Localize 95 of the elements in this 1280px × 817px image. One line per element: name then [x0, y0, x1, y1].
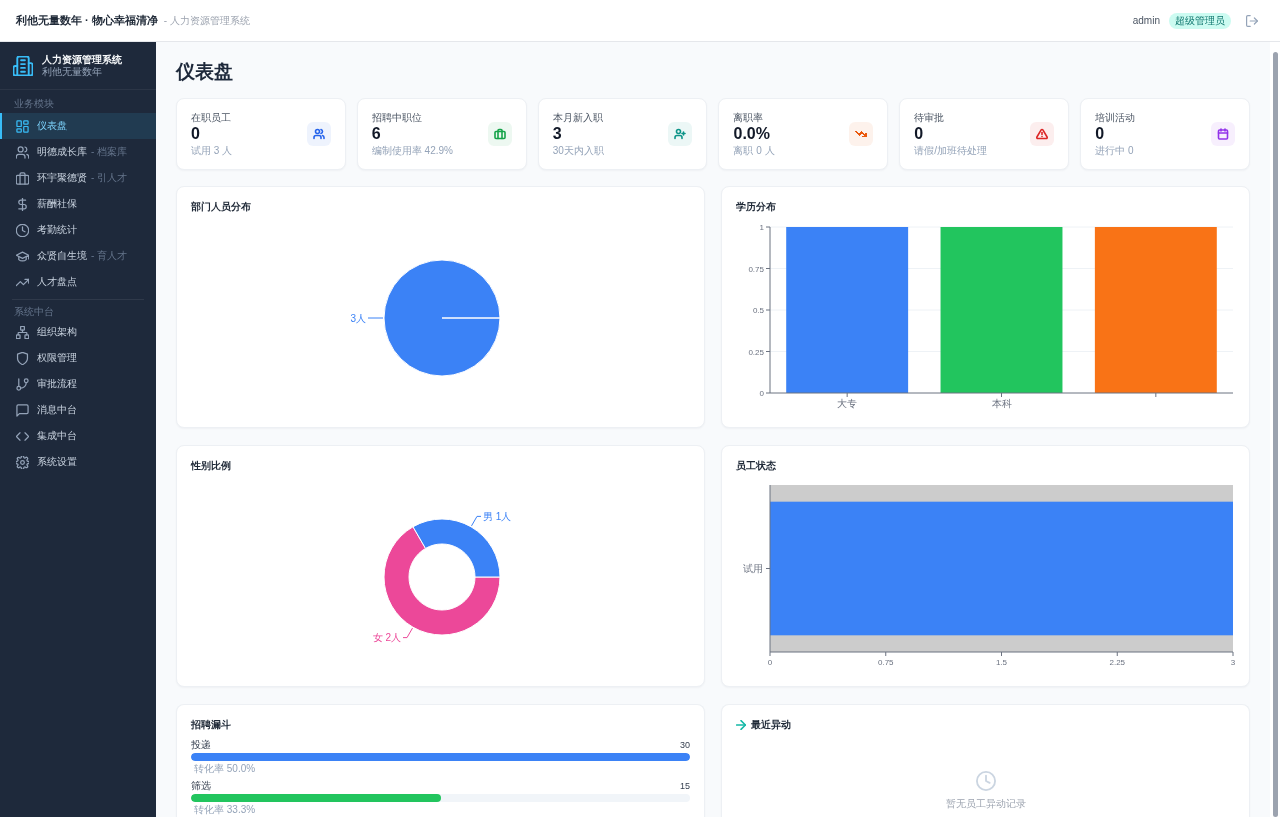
clock-icon: [16, 223, 29, 237]
conversion-rate: 转化率 50.0%: [193, 762, 256, 775]
stat-label: 培训活动: [1095, 111, 1136, 124]
chat-icon: [16, 403, 29, 417]
section-label: 系统中台: [13, 305, 55, 319]
nav-item[interactable]: 权限管理: [0, 345, 156, 371]
slice-label: 女 2人: [372, 632, 401, 644]
leader-line: [367, 317, 384, 319]
role-badge: 超级管理员: [1169, 12, 1231, 29]
leader-line: [471, 515, 482, 527]
axis-label: 0.25: [748, 347, 764, 357]
nav-item[interactable]: 审批流程: [0, 371, 156, 397]
stat-value: 0: [191, 124, 201, 144]
axis-label: 2.25: [1109, 658, 1126, 667]
axis-label: 大专: [837, 398, 858, 409]
axis-label: 0: [759, 389, 764, 398]
settings-icon: [16, 455, 29, 469]
stat-label: 离职率: [733, 111, 765, 124]
stat-note: 编制使用率 42.9%: [371, 144, 453, 157]
axis-label: 试用: [743, 563, 763, 574]
axis-label: 3: [1230, 658, 1236, 667]
chart-title: 员工状态: [736, 460, 777, 472]
dollar-icon: [16, 197, 29, 211]
nav-item[interactable]: 系统设置: [0, 449, 156, 475]
conversion-rate: 转化率 33.3%: [193, 803, 256, 816]
slice-label: 男 1人: [483, 510, 512, 522]
stat-label: 在职员工: [191, 111, 232, 124]
logout-icon[interactable]: [1246, 14, 1258, 27]
org-chart-icon: [16, 325, 29, 339]
empty-message: 暂无员工异动记录: [945, 797, 1026, 810]
chart-title: 学历分布: [736, 201, 777, 213]
users-icon: [16, 145, 29, 159]
nav-item[interactable]: 薪酬社保: [0, 191, 156, 217]
brand-subtitle: 利他无量数年: [42, 65, 103, 78]
axis-label: 本科: [991, 398, 1012, 409]
chart-title: 部门人员分布: [191, 201, 252, 213]
dashboard-icon: [16, 119, 29, 133]
section-label: 业务模块: [13, 97, 55, 111]
card-title: 招聘漏斗: [191, 719, 232, 731]
app-title: 利他无量数年 · 物心幸福清净: [16, 13, 158, 28]
stat-label: 本月新入职: [552, 111, 604, 124]
page-title: 仪表盘: [176, 62, 234, 82]
axis-label: 0.5: [752, 306, 764, 315]
axis-label: 1.5: [995, 658, 1008, 667]
leader-line: [402, 627, 413, 639]
stat-value: 3: [552, 124, 563, 144]
nav-item[interactable]: 集成中台: [0, 423, 156, 449]
user-plus-icon: [668, 122, 693, 146]
graduation-cap-icon: [16, 249, 29, 263]
stat-value: 6: [371, 124, 382, 144]
shield-icon: [16, 351, 29, 365]
nav-item[interactable]: 考勤统计: [0, 217, 156, 243]
stat-note: 试用 3 人: [191, 144, 233, 157]
stat-value: 0: [1095, 124, 1106, 144]
slice-label: 3人: [350, 312, 366, 324]
nav-item[interactable]: 环宇聚德贤 - 引人才: [0, 165, 156, 191]
brand-title: 人力资源管理系统: [42, 53, 122, 66]
user-name: admin: [1132, 15, 1160, 26]
nav-item[interactable]: 组织架构: [0, 319, 156, 345]
axis-label: 0: [767, 658, 773, 667]
trend-down-icon: [849, 122, 874, 146]
nav-item[interactable]: 消息中台: [0, 397, 156, 423]
arrow-right-icon: [736, 720, 746, 730]
nav-item[interactable]: 仪表盘: [0, 113, 156, 139]
stat-note: 离职 0 人: [733, 144, 775, 157]
stage-count: 15: [680, 780, 690, 792]
nav-item[interactable]: 人才盘点: [0, 269, 156, 295]
briefcase-icon: [487, 122, 512, 146]
axis-label: 0.75: [877, 658, 894, 667]
axis-label: 1: [759, 223, 764, 232]
stat-note: 30天内入职: [552, 144, 604, 157]
stat-note: 请假/加班待处理: [914, 144, 988, 157]
stage-count: 30: [680, 739, 690, 751]
nav-item[interactable]: 众贤自生境 - 育人才: [0, 243, 156, 269]
nav-item[interactable]: 明德成长库 - 档案库: [0, 139, 156, 165]
building-icon: [13, 55, 33, 76]
chart-title: 性别比例: [191, 460, 232, 472]
calendar-icon: [1211, 122, 1235, 146]
axis-label: 0.75: [748, 264, 764, 274]
card-title: 最近异动: [751, 719, 791, 731]
stage-label: 投递: [191, 739, 211, 751]
clock-icon: [975, 771, 996, 791]
stat-value: 0: [914, 124, 925, 144]
briefcase-icon: [16, 171, 29, 185]
stat-label: 招聘中职位: [371, 111, 423, 124]
stat-value: 0.0%: [733, 124, 771, 144]
stat-note: 进行中 0: [1095, 144, 1135, 157]
stat-label: 待审批: [914, 111, 946, 124]
warning-icon: [1030, 122, 1055, 146]
app-subtitle: - 人力资源管理系统: [163, 13, 250, 28]
code-icon: [16, 429, 29, 443]
branch-icon: [16, 377, 29, 391]
users-icon: [306, 122, 331, 146]
scrollbar-thumb[interactable]: [1273, 52, 1278, 817]
stage-label: 筛选: [191, 780, 211, 792]
